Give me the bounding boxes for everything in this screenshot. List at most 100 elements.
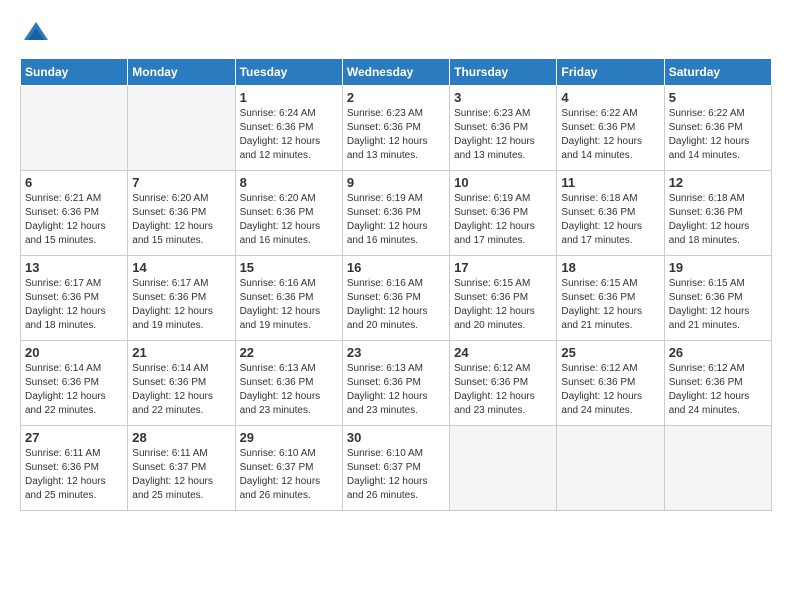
calendar-cell: 22 Sunrise: 6:13 AMSunset: 6:36 PMDayligh…	[235, 341, 342, 426]
day-info: Sunrise: 6:11 AMSunset: 6:37 PMDaylight:…	[132, 447, 230, 503]
day-header-saturday: Saturday	[664, 59, 771, 86]
day-number: 12	[669, 175, 767, 190]
calendar-cell: 11 Sunrise: 6:18 AMSunset: 6:36 PMDayligh…	[557, 171, 664, 256]
day-number: 22	[240, 345, 338, 360]
calendar-cell: 7 Sunrise: 6:20 AMSunset: 6:36 PMDaylight…	[128, 171, 235, 256]
calendar-table: SundayMondayTuesdayWednesdayThursdayFrid…	[20, 58, 772, 511]
day-number: 26	[669, 345, 767, 360]
day-number: 24	[454, 345, 552, 360]
calendar-cell: 4Sunrise: 6:22 AMSunset: 6:36 PMDaylight…	[557, 86, 664, 171]
day-header-sunday: Sunday	[21, 59, 128, 86]
day-number: 14	[132, 260, 230, 275]
calendar-cell: 30 Sunrise: 6:10 AMSunset: 6:37 PMDayligh…	[342, 426, 449, 511]
day-info: Sunrise: 6:24 AMSunset: 6:36 PMDaylight:…	[240, 107, 338, 163]
day-info: Sunrise: 6:23 AMSunset: 6:36 PMDaylight:…	[454, 107, 552, 163]
day-info: Sunrise: 6:12 AMSunset: 6:36 PMDaylight:…	[454, 362, 552, 418]
day-info: Sunrise: 6:15 AMSunset: 6:36 PMDaylight:…	[669, 277, 767, 333]
calendar-cell	[557, 426, 664, 511]
day-info: Sunrise: 6:12 AMSunset: 6:36 PMDaylight:…	[561, 362, 659, 418]
calendar-cell: 12 Sunrise: 6:18 AMSunset: 6:36 PMDayligh…	[664, 171, 771, 256]
day-number: 18	[561, 260, 659, 275]
calendar-cell: 15Sunrise: 6:16 AMSunset: 6:36 PMDayligh…	[235, 256, 342, 341]
day-info: Sunrise: 6:15 AMSunset: 6:36 PMDaylight:…	[561, 277, 659, 333]
calendar-week-1: 1Sunrise: 6:24 AMSunset: 6:36 PMDaylight…	[21, 86, 772, 171]
calendar-cell: 13 Sunrise: 6:17 AMSunset: 6:36 PMDayligh…	[21, 256, 128, 341]
calendar-cell: 6 Sunrise: 6:21 AMSunset: 6:36 PMDaylight…	[21, 171, 128, 256]
calendar-body: 1Sunrise: 6:24 AMSunset: 6:36 PMDaylight…	[21, 86, 772, 511]
day-number: 13	[25, 260, 123, 275]
day-info: Sunrise: 6:20 AMSunset: 6:36 PMDaylight:…	[132, 192, 230, 248]
calendar-week-2: 6 Sunrise: 6:21 AMSunset: 6:36 PMDaylight…	[21, 171, 772, 256]
calendar-cell: 14 Sunrise: 6:17 AMSunset: 6:36 PMDayligh…	[128, 256, 235, 341]
calendar-cell: 1Sunrise: 6:24 AMSunset: 6:36 PMDaylight…	[235, 86, 342, 171]
day-header-thursday: Thursday	[450, 59, 557, 86]
calendar-header: SundayMondayTuesdayWednesdayThursdayFrid…	[21, 59, 772, 86]
day-number: 16	[347, 260, 445, 275]
calendar-cell: 25 Sunrise: 6:12 AMSunset: 6:36 PMDayligh…	[557, 341, 664, 426]
day-info: Sunrise: 6:10 AMSunset: 6:37 PMDaylight:…	[347, 447, 445, 503]
day-number: 11	[561, 175, 659, 190]
calendar-cell: 23 Sunrise: 6:13 AMSunset: 6:36 PMDayligh…	[342, 341, 449, 426]
calendar-cell: 19 Sunrise: 6:15 AMSunset: 6:36 PMDayligh…	[664, 256, 771, 341]
day-number: 28	[132, 430, 230, 445]
calendar-week-3: 13 Sunrise: 6:17 AMSunset: 6:36 PMDayligh…	[21, 256, 772, 341]
day-header-monday: Monday	[128, 59, 235, 86]
logo	[20, 20, 50, 48]
day-number: 9	[347, 175, 445, 190]
day-number: 20	[25, 345, 123, 360]
calendar-cell: 16 Sunrise: 6:16 AMSunset: 6:36 PMDayligh…	[342, 256, 449, 341]
day-number: 6	[25, 175, 123, 190]
day-info: Sunrise: 6:18 AMSunset: 6:36 PMDaylight:…	[669, 192, 767, 248]
day-info: Sunrise: 6:16 AMSunset: 6:36 PMDaylight:…	[347, 277, 445, 333]
page-header	[20, 20, 772, 48]
day-info: Sunrise: 6:20 AMSunset: 6:36 PMDaylight:…	[240, 192, 338, 248]
day-info: Sunrise: 6:11 AMSunset: 6:36 PMDaylight:…	[25, 447, 123, 503]
day-info: Sunrise: 6:18 AMSunset: 6:36 PMDaylight:…	[561, 192, 659, 248]
day-number: 5	[669, 90, 767, 105]
day-number: 10	[454, 175, 552, 190]
day-info: Sunrise: 6:22 AMSunset: 6:36 PMDaylight:…	[669, 107, 767, 163]
calendar-cell: 26 Sunrise: 6:12 AMSunset: 6:36 PMDayligh…	[664, 341, 771, 426]
calendar-cell	[128, 86, 235, 171]
day-number: 25	[561, 345, 659, 360]
day-number: 23	[347, 345, 445, 360]
day-info: Sunrise: 6:14 AMSunset: 6:36 PMDaylight:…	[132, 362, 230, 418]
day-info: Sunrise: 6:17 AMSunset: 6:36 PMDaylight:…	[132, 277, 230, 333]
calendar-cell	[664, 426, 771, 511]
day-number: 21	[132, 345, 230, 360]
calendar-cell: 5 Sunrise: 6:22 AMSunset: 6:36 PMDaylight…	[664, 86, 771, 171]
calendar-cell	[21, 86, 128, 171]
calendar-cell: 10 Sunrise: 6:19 AMSunset: 6:36 PMDayligh…	[450, 171, 557, 256]
calendar-cell: 21 Sunrise: 6:14 AMSunset: 6:36 PMDayligh…	[128, 341, 235, 426]
calendar-week-5: 27 Sunrise: 6:11 AMSunset: 6:36 PMDayligh…	[21, 426, 772, 511]
day-info: Sunrise: 6:22 AMSunset: 6:36 PMDaylight:…	[561, 107, 659, 163]
calendar-cell: 24 Sunrise: 6:12 AMSunset: 6:36 PMDayligh…	[450, 341, 557, 426]
day-info: Sunrise: 6:12 AMSunset: 6:36 PMDaylight:…	[669, 362, 767, 418]
day-header-tuesday: Tuesday	[235, 59, 342, 86]
day-info: Sunrise: 6:13 AMSunset: 6:36 PMDaylight:…	[347, 362, 445, 418]
calendar-cell: 2Sunrise: 6:23 AMSunset: 6:36 PMDaylight…	[342, 86, 449, 171]
day-number: 17	[454, 260, 552, 275]
day-info: Sunrise: 6:17 AMSunset: 6:36 PMDaylight:…	[25, 277, 123, 333]
day-info: Sunrise: 6:13 AMSunset: 6:36 PMDaylight:…	[240, 362, 338, 418]
header-row: SundayMondayTuesdayWednesdayThursdayFrid…	[21, 59, 772, 86]
day-info: Sunrise: 6:19 AMSunset: 6:36 PMDaylight:…	[454, 192, 552, 248]
logo-icon	[22, 20, 50, 48]
day-info: Sunrise: 6:10 AMSunset: 6:37 PMDaylight:…	[240, 447, 338, 503]
day-info: Sunrise: 6:19 AMSunset: 6:36 PMDaylight:…	[347, 192, 445, 248]
day-number: 19	[669, 260, 767, 275]
day-info: Sunrise: 6:15 AMSunset: 6:36 PMDaylight:…	[454, 277, 552, 333]
calendar-cell: 20Sunrise: 6:14 AMSunset: 6:36 PMDayligh…	[21, 341, 128, 426]
day-number: 7	[132, 175, 230, 190]
calendar-cell: 28 Sunrise: 6:11 AMSunset: 6:37 PMDayligh…	[128, 426, 235, 511]
day-number: 30	[347, 430, 445, 445]
day-number: 2	[347, 90, 445, 105]
day-info: Sunrise: 6:21 AMSunset: 6:36 PMDaylight:…	[25, 192, 123, 248]
calendar-cell: 27 Sunrise: 6:11 AMSunset: 6:36 PMDayligh…	[21, 426, 128, 511]
calendar-cell: 8 Sunrise: 6:20 AMSunset: 6:36 PMDaylight…	[235, 171, 342, 256]
calendar-cell: 29Sunrise: 6:10 AMSunset: 6:37 PMDayligh…	[235, 426, 342, 511]
day-header-wednesday: Wednesday	[342, 59, 449, 86]
calendar-cell: 3Sunrise: 6:23 AMSunset: 6:36 PMDaylight…	[450, 86, 557, 171]
day-number: 27	[25, 430, 123, 445]
day-number: 8	[240, 175, 338, 190]
